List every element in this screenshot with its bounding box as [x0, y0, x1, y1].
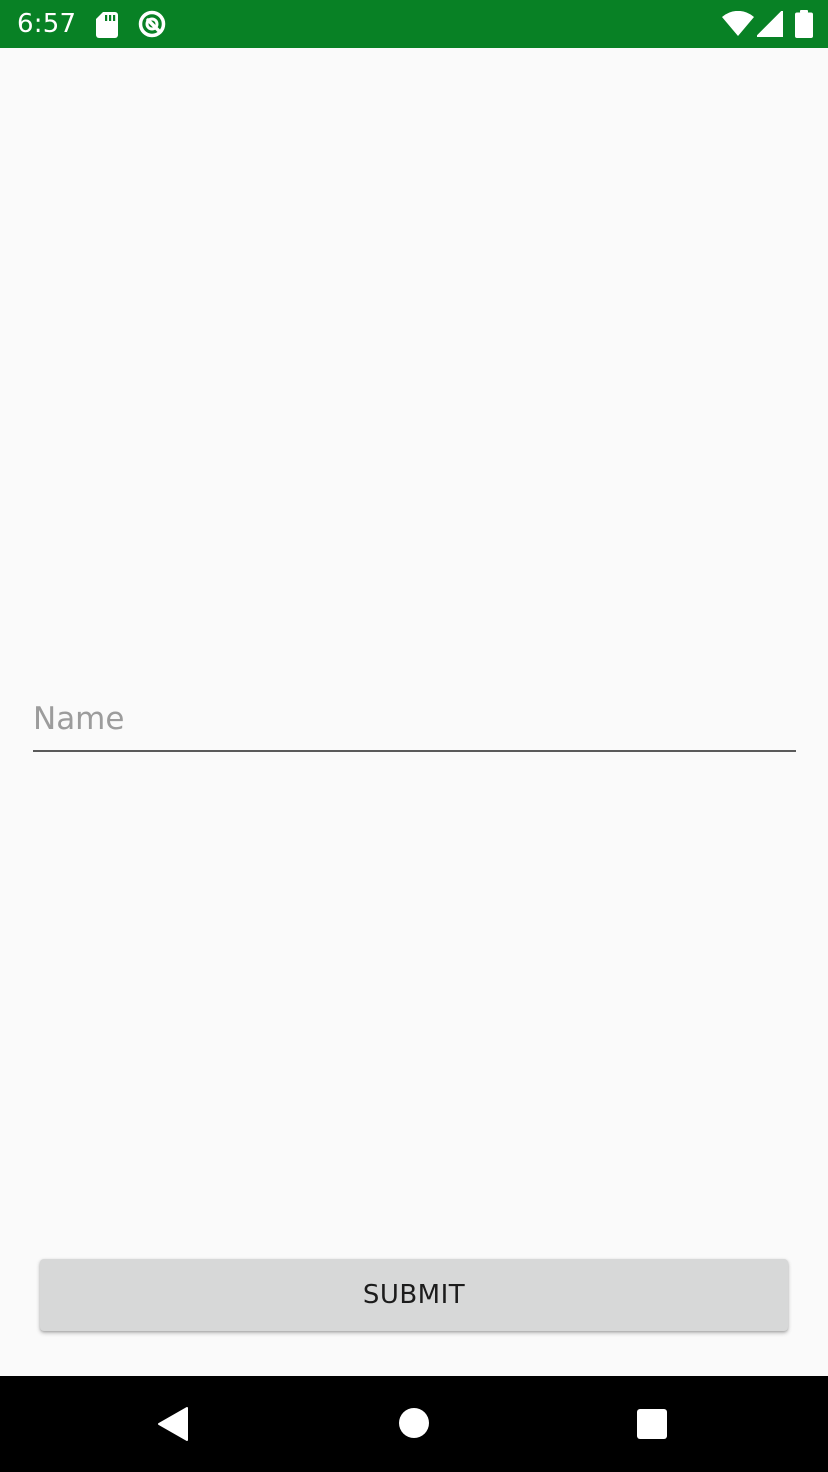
recents-icon[interactable] [636, 1408, 668, 1440]
name-input[interactable] [33, 696, 796, 752]
back-icon[interactable] [156, 1406, 190, 1442]
sd-card-icon [96, 12, 118, 38]
battery-icon [795, 10, 813, 38]
data-saver-icon [138, 10, 166, 38]
status-time: 6:57 [17, 9, 77, 39]
navigation-bar [0, 1376, 828, 1472]
submit-button[interactable]: SUBMIT [40, 1259, 788, 1331]
status-bar: 6:57 [0, 0, 828, 48]
home-icon[interactable] [398, 1407, 430, 1439]
wifi-icon [722, 11, 754, 36]
cell-signal-icon [757, 11, 783, 37]
